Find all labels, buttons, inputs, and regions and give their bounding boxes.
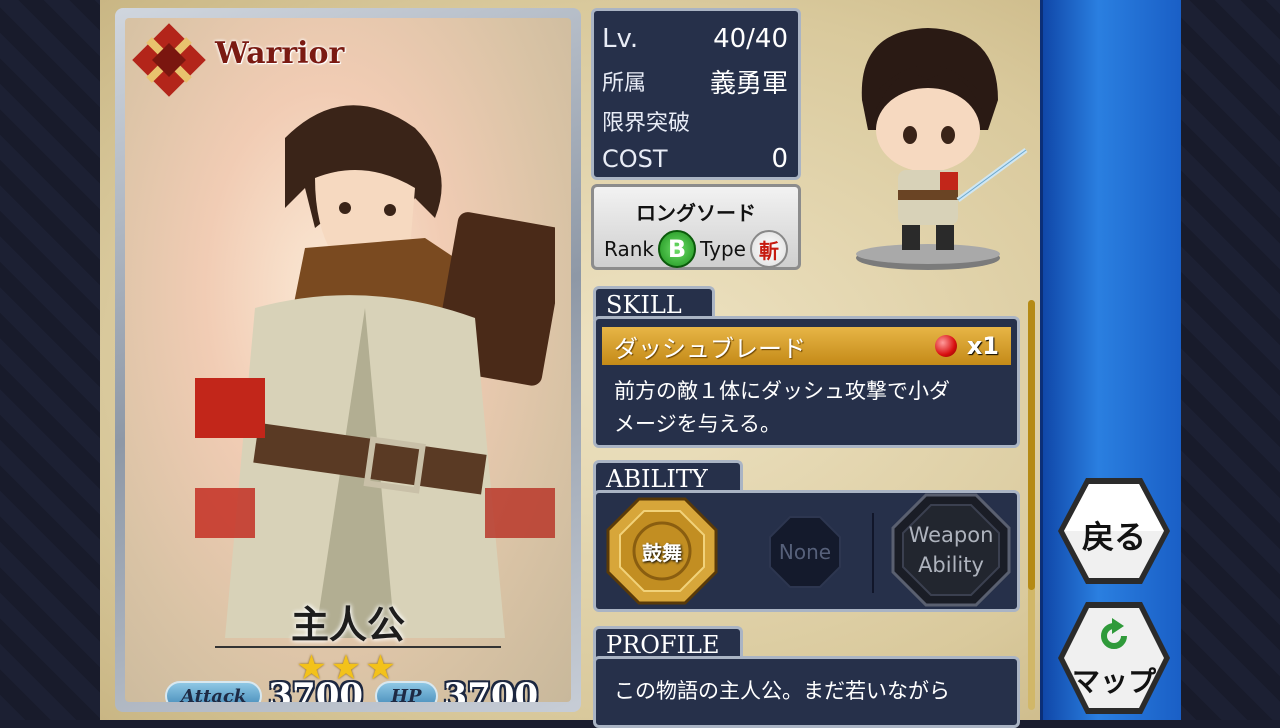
affiliation-value: 義勇軍	[709, 68, 788, 99]
weapon-ability-label-line-1: Weapon	[908, 523, 994, 547]
ability-slot-2-label: None	[778, 540, 832, 564]
rank-label: Rank	[604, 237, 655, 261]
profile-panel: この物語の主人公。まだ若いながら	[593, 656, 1020, 728]
tab-profile: PROFILE	[593, 626, 743, 660]
stat-bar: Attack 3700 HP 3700	[135, 676, 561, 703]
cost-value: 0	[771, 144, 788, 174]
skill-description-line-1: 前方の敵１体にダッシュ攻撃で小ダ	[614, 379, 950, 403]
type-label: Type	[700, 237, 746, 261]
chibi-character-figure	[856, 28, 1028, 270]
back-button-label: 戻る	[1081, 518, 1146, 556]
weapon-ability-label-line-2: Ability	[918, 553, 984, 577]
character-name: 主人公	[290, 602, 405, 647]
tab-skill: SKILL	[593, 286, 715, 320]
ability-slot-2: None	[768, 515, 842, 589]
tab-ability: ABILITY	[593, 460, 743, 494]
weapon-ability-slot[interactable]: Weapon Ability	[891, 493, 1011, 607]
affiliation-row: 所属 義勇軍	[602, 63, 788, 99]
cost-row: COST 0	[602, 141, 788, 177]
profile-text: この物語の主人公。まだ若いながら	[614, 679, 950, 703]
limit-break-label: 限界突破	[602, 111, 691, 136]
hp-value: 3700	[443, 676, 539, 702]
cost-label: COST	[602, 145, 668, 173]
attack-stat: Attack 3700	[165, 676, 364, 703]
attack-label-pill: Attack	[165, 681, 263, 703]
ability-divider	[872, 513, 874, 593]
class-name: Warrior	[215, 36, 345, 71]
map-button[interactable]: マップ	[1056, 600, 1172, 716]
skill-description: 前方の敵１体にダッシュ攻撃で小ダ メージを与える。	[614, 375, 999, 441]
skill-name: ダッシュブレード	[614, 334, 806, 363]
weapon-ability-label: Weapon Ability	[909, 520, 994, 580]
scrollbar-thumb[interactable]	[1028, 300, 1035, 590]
attack-label: Attack	[181, 685, 247, 703]
affiliation-label: 所属	[602, 71, 647, 96]
warrior-class-icon	[132, 23, 206, 97]
skill-description-line-2: メージを与える。	[614, 412, 781, 436]
weapon-panel[interactable]: ロングソード Rank B Type 斬	[591, 184, 801, 270]
character-card[interactable]: Warrior 主人公 ★★★ Attack 3700 HP 3700	[115, 8, 581, 712]
hp-label-pill: HP	[375, 681, 438, 702]
rank-badge: B	[658, 230, 697, 268]
back-button[interactable]: 戻る	[1056, 476, 1172, 586]
level-row: Lv. 40/40	[602, 21, 788, 57]
limit-break-row: 限界突破	[602, 103, 788, 139]
level-value: 40/40	[713, 24, 788, 54]
weapon-rank-type-row: Rank B Type 斬	[594, 230, 798, 268]
hp-stat: HP 3700	[375, 676, 539, 702]
orb-count: x1	[966, 332, 999, 360]
skill-panel: ダッシュブレード x1 前方の敵１体にダッシュ攻撃で小ダ メージを与える。	[593, 316, 1020, 448]
attack-value: 3700	[268, 676, 364, 702]
card-art: Warrior 主人公 ★★★ Attack 3700 HP 3700	[125, 18, 571, 702]
map-button-label: マップ	[1071, 665, 1156, 698]
red-orb-icon	[934, 335, 957, 357]
ability-panel: 鼓舞 None Weapon Ability	[593, 490, 1020, 612]
refresh-arrow-icon	[1101, 618, 1127, 649]
character-info-panel: Lv. 40/40 所属 義勇軍 限界突破 COST 0	[591, 8, 801, 180]
weapon-name: ロングソード	[636, 201, 756, 225]
character-portrait	[195, 105, 555, 638]
type-badge: 斬	[749, 230, 788, 268]
level-label: Lv.	[602, 24, 639, 54]
skill-name-bar[interactable]: ダッシュブレード x1	[602, 327, 1011, 365]
hp-label: HP	[391, 685, 422, 703]
ability-slot-1-label: 鼓舞	[642, 540, 682, 565]
ability-slot-1[interactable]: 鼓舞	[606, 497, 718, 605]
